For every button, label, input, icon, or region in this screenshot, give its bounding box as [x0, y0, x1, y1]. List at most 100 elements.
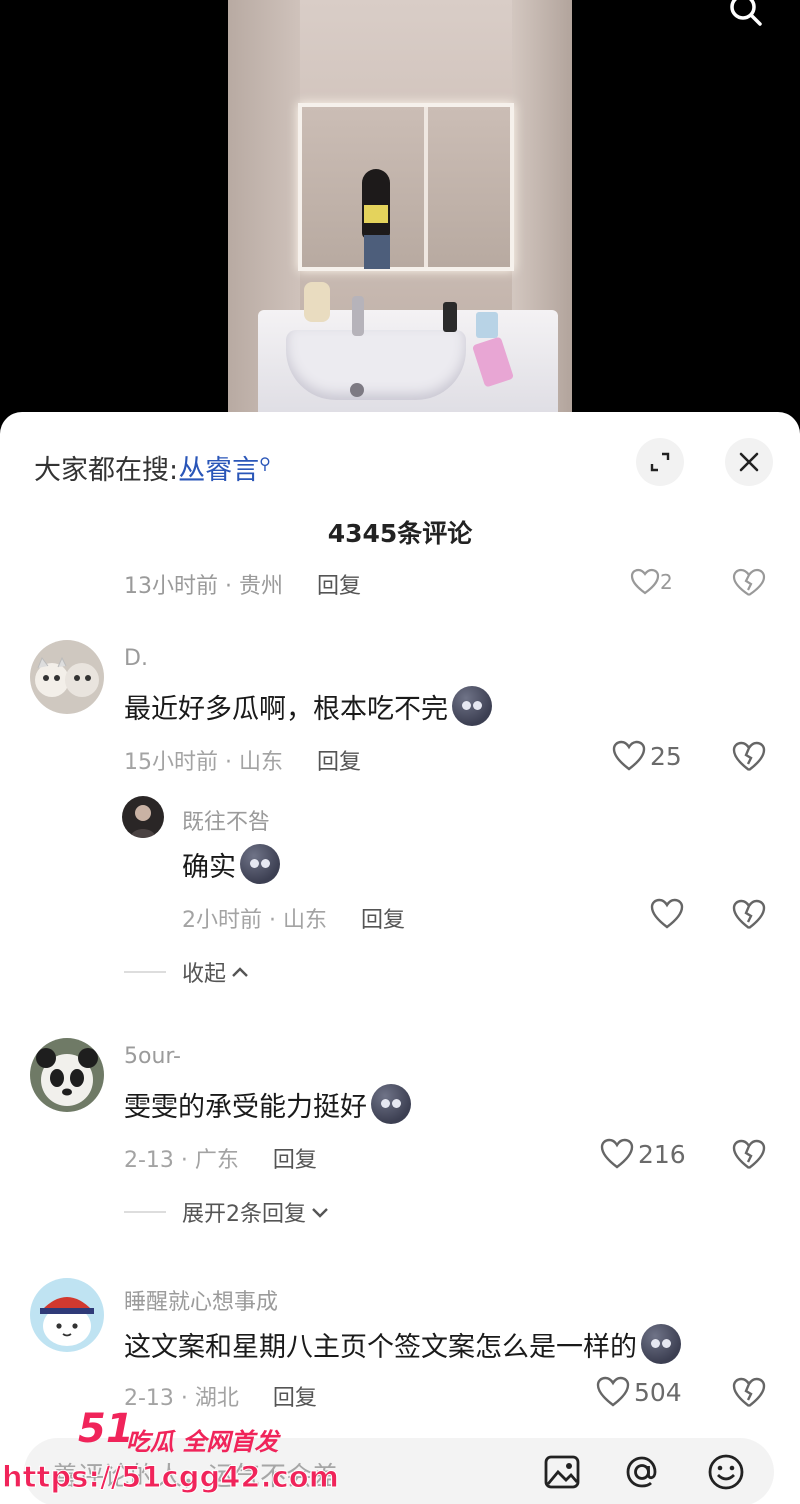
cat-avatar-icon — [30, 640, 104, 714]
divider-line — [124, 971, 166, 973]
mention-button[interactable] — [622, 1452, 662, 1492]
person-hair — [362, 169, 390, 239]
chevron-down-icon — [312, 1208, 328, 1218]
comment-text-content: 这文案和星期八主页个签文案怎么是一样的 — [124, 1331, 637, 1363]
comment-timestamp: 2-13 · 广东 — [124, 1148, 239, 1173]
video-frame — [228, 0, 572, 430]
partial-dislike-button[interactable] — [732, 568, 766, 602]
comment-meta: 2-13 · 广东 回复 — [124, 1142, 317, 1174]
dislike-button[interactable] — [732, 741, 766, 775]
broken-heart-icon — [732, 1139, 766, 1169]
comment-text: 最近好多瓜啊，根本吃不完 — [124, 686, 492, 726]
emoji-icon — [641, 1324, 681, 1364]
expand-replies-label: 展开2条回复 — [182, 1202, 306, 1227]
reply-button[interactable]: 回复 — [273, 1148, 317, 1173]
comment-username[interactable]: 5our- — [124, 1044, 181, 1069]
watermark: 51 吃瓜 全网首发 https://51cgg42.com — [0, 1400, 340, 1504]
comment-text-content: 最近好多瓜啊，根本吃不完 — [124, 693, 448, 725]
suggestion-keyword[interactable]: 丛睿言 — [178, 455, 259, 486]
reply-text: 确实 — [182, 844, 280, 884]
comment-text-content: 雯雯的承受能力挺好 — [124, 1091, 367, 1123]
reply-button[interactable]: 回复 — [317, 750, 361, 775]
heart-icon — [596, 1376, 630, 1407]
suggestion-prefix: 大家都在搜: — [34, 455, 179, 486]
smiley-icon — [708, 1454, 744, 1490]
comment-meta: 15小时前 · 山东 回复 — [124, 744, 361, 776]
partial-like-button[interactable]: 2 — [630, 568, 700, 596]
heart-icon — [600, 1138, 634, 1169]
close-button[interactable] — [725, 438, 773, 486]
emoji-icon — [452, 686, 492, 726]
partial-comment-meta: 13小时前 · 贵州 回复 — [124, 568, 361, 600]
avatar-jiwangbujiu[interactable] — [122, 796, 164, 838]
reply-meta: 2小时前 · 山东 回复 — [182, 902, 405, 934]
like-button[interactable] — [650, 898, 684, 930]
reply-username[interactable]: 既往不咎 — [182, 804, 270, 836]
comment-count: 4345条评论 — [327, 519, 473, 548]
dislike-button[interactable] — [732, 1377, 766, 1411]
cup — [476, 312, 498, 338]
dislike-button[interactable] — [732, 1139, 766, 1173]
broken-heart-icon — [732, 899, 766, 929]
at-icon — [626, 1456, 657, 1488]
like-count: 216 — [638, 1139, 686, 1169]
panda-avatar-icon — [30, 1038, 104, 1112]
broken-heart-icon — [732, 1377, 766, 1407]
chevron-up-icon — [232, 967, 248, 977]
reply-timestamp: 2小时前 · 山东 — [182, 908, 327, 933]
collapse-replies-button[interactable]: 收起 — [124, 956, 250, 988]
comment-text: 雯雯的承受能力挺好 — [124, 1084, 411, 1124]
like-button[interactable]: 25 — [612, 740, 682, 772]
comment-timestamp: 15小时前 · 山东 — [124, 750, 283, 775]
expand-replies-button[interactable]: 展开2条回复 — [124, 1196, 330, 1228]
search-button[interactable] — [726, 0, 766, 32]
mirror — [298, 103, 514, 271]
dislike-button[interactable] — [732, 899, 766, 933]
partial-reply-button[interactable]: 回复 — [317, 574, 361, 599]
heart-icon — [650, 898, 684, 929]
comment-username[interactable]: D. — [124, 646, 148, 671]
emoji-icon — [371, 1084, 411, 1124]
faucet — [352, 296, 364, 336]
partial-timestamp: 13小时前 · 贵州 — [124, 574, 283, 599]
broken-heart-icon — [732, 568, 766, 596]
search-icon — [730, 0, 762, 26]
comment-panel: 大家都在搜:丛睿言⚲ 4345条评论 13小时前 · 贵州 回复 2 D. 最近… — [0, 412, 800, 1504]
sink — [286, 330, 466, 400]
like-count: 504 — [634, 1377, 682, 1407]
video-player[interactable] — [0, 0, 800, 430]
cartoon-avatar-icon — [30, 1278, 104, 1352]
like-count: 25 — [650, 741, 682, 771]
avatar-5our[interactable] — [30, 1038, 104, 1112]
search-small-icon: ⚲ — [259, 454, 271, 473]
person-jeans — [364, 235, 390, 269]
divider-line — [124, 1211, 166, 1213]
avatar-shuixing[interactable] — [30, 1278, 104, 1352]
emoji-button[interactable] — [706, 1452, 746, 1492]
person-top — [364, 205, 388, 223]
mirror-split — [424, 107, 428, 267]
comment-text: 这文案和星期八主页个签文案怎么是一样的 — [124, 1324, 681, 1364]
emoji-icon — [240, 844, 280, 884]
sink-drain — [350, 383, 364, 397]
expand-icon — [650, 452, 670, 472]
collapse-label: 收起 — [182, 962, 227, 987]
like-button[interactable]: 216 — [600, 1138, 686, 1170]
watermark-url: https://51cgg42.com — [2, 1460, 340, 1495]
image-button[interactable] — [542, 1452, 582, 1492]
close-icon — [739, 452, 759, 472]
watermark-tagline: 吃瓜 全网首发 — [126, 1428, 279, 1456]
search-suggestion[interactable]: 大家都在搜:丛睿言⚲ — [34, 448, 271, 487]
person-reflection — [354, 169, 398, 269]
heart-icon — [630, 568, 660, 595]
image-icon — [544, 1455, 580, 1489]
bottle — [443, 302, 457, 332]
user-photo-icon — [122, 796, 164, 838]
broken-heart-icon — [732, 741, 766, 771]
expand-button[interactable] — [636, 438, 684, 486]
like-button[interactable]: 504 — [596, 1376, 682, 1408]
reply-text-content: 确实 — [182, 851, 236, 883]
reply-button[interactable]: 回复 — [361, 908, 405, 933]
comment-username[interactable]: 睡醒就心想事成 — [124, 1284, 278, 1316]
avatar-d[interactable] — [30, 640, 104, 714]
